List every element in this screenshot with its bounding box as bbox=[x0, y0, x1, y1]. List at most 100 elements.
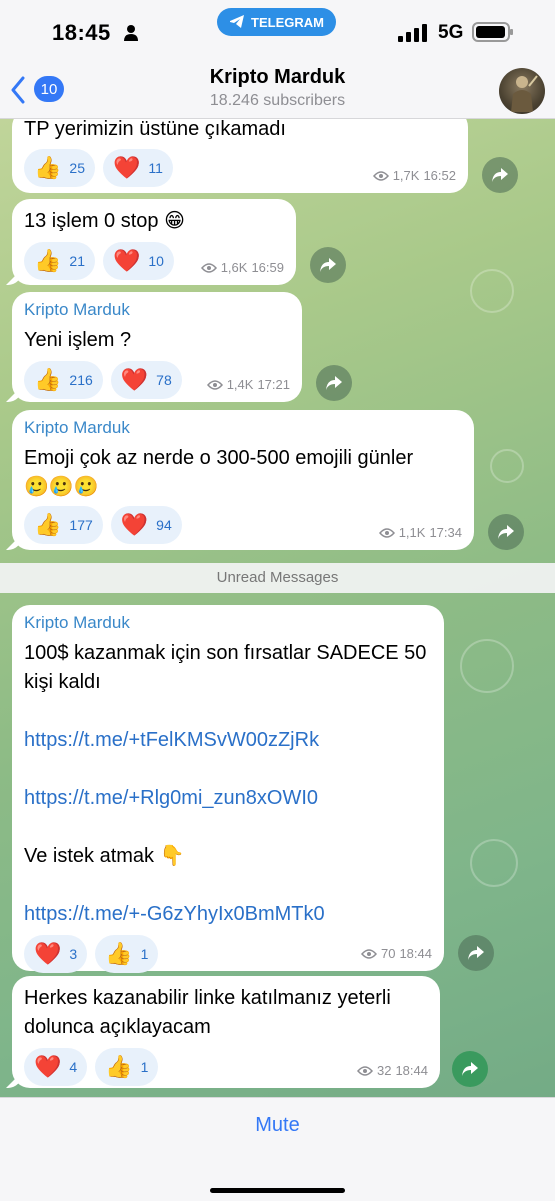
view-count: 1,1K bbox=[398, 525, 426, 540]
reaction-thumbs-up[interactable]: 👍 216 bbox=[24, 361, 103, 399]
heart-icon: ❤️ bbox=[120, 367, 149, 392]
eye-icon bbox=[360, 948, 377, 959]
chat-header: 10 Kripto Marduk 18.246 subscribers bbox=[0, 62, 555, 119]
message-bubble[interactable]: Herkes kazanabilir linke katılmanız yete… bbox=[12, 976, 440, 1088]
eye-icon bbox=[378, 527, 395, 538]
message-list[interactable]: TP yerimizin üstüne çıkamadı 👍 25 ❤️ 11 1,… bbox=[0, 119, 555, 1097]
message-time: 16:59 bbox=[251, 260, 284, 275]
message-text: Ve istek atmak 👇 bbox=[24, 845, 185, 867]
reaction-heart[interactable]: ❤️ 11 bbox=[102, 149, 173, 187]
reaction-count: 11 bbox=[148, 160, 163, 176]
view-count: 70 bbox=[380, 946, 396, 961]
battery-icon bbox=[472, 22, 513, 42]
signal-icon bbox=[398, 24, 427, 42]
background-doodle bbox=[470, 839, 518, 887]
reaction-thumbs-up[interactable]: 👍 25 bbox=[24, 149, 95, 187]
thumbs-up-icon: 👍 bbox=[34, 155, 62, 180]
reaction-thumbs-up[interactable]: 👍 1 bbox=[95, 1048, 159, 1086]
telegram-pill[interactable]: TELEGRAM bbox=[217, 8, 336, 36]
message-bubble[interactable]: Kripto Marduk 100$ kazanmak için son fır… bbox=[12, 605, 444, 973]
reaction-count: 78 bbox=[156, 372, 172, 388]
message-meta: 32 18:44 bbox=[356, 1063, 428, 1078]
reaction-thumbs-up[interactable]: 👍 21 bbox=[24, 242, 95, 280]
message-text: 13 işlem 0 stop 😁 bbox=[24, 210, 185, 232]
background-doodle bbox=[470, 269, 514, 313]
message-bubble[interactable]: 13 işlem 0 stop 😁 👍 21 ❤️ 10 1,6K 16:59 bbox=[12, 199, 296, 285]
reaction-count: 216 bbox=[69, 372, 93, 388]
reaction-thumbs-up[interactable]: 👍 1 bbox=[95, 935, 159, 973]
share-button[interactable] bbox=[458, 935, 494, 971]
view-count: 1,7K bbox=[392, 168, 420, 183]
message-text: TP yerimizin üstüne çıkamadı bbox=[24, 119, 286, 140]
sender-name[interactable]: Kripto Marduk bbox=[24, 418, 462, 438]
thumbs-up-icon: 👍 bbox=[105, 941, 133, 966]
reaction-count: 177 bbox=[69, 517, 93, 533]
invite-link[interactable]: https://t.me/+Rlg0mi_zun8xOWI0 bbox=[24, 784, 432, 813]
share-arrow-icon bbox=[492, 168, 508, 182]
message-emoji-line: 🥲🥲🥲 bbox=[24, 476, 99, 498]
message-text: Herkes kazanabilir linke katılmanız yete… bbox=[24, 987, 391, 1038]
reaction-heart[interactable]: ❤️ 4 bbox=[24, 1048, 88, 1086]
message-bubble[interactable]: Kripto Marduk Yeni işlem ? 👍 216 ❤️ 78 1,4… bbox=[12, 292, 302, 402]
sender-name[interactable]: Kripto Marduk bbox=[24, 613, 432, 633]
heart-icon: ❤️ bbox=[112, 248, 141, 273]
mute-button[interactable]: Mute bbox=[0, 1114, 555, 1137]
thumbs-up-icon: 👍 bbox=[34, 367, 62, 392]
share-arrow-icon bbox=[462, 1062, 478, 1076]
thumbs-up-icon: 👍 bbox=[105, 1054, 133, 1079]
message-text: Emoji çok az nerde o 300-500 emojili gün… bbox=[24, 447, 414, 469]
telegram-pill-label: TELEGRAM bbox=[251, 14, 324, 30]
message-time: 18:44 bbox=[395, 1063, 428, 1078]
message-bubble[interactable]: TP yerimizin üstüne çıkamadı 👍 25 ❤️ 11 1,… bbox=[12, 119, 468, 193]
message-time: 17:34 bbox=[429, 525, 462, 540]
share-button[interactable] bbox=[452, 1051, 488, 1087]
reaction-heart[interactable]: ❤️ 3 bbox=[24, 935, 88, 973]
reaction-count: 10 bbox=[148, 253, 164, 269]
heart-icon: ❤️ bbox=[120, 512, 149, 537]
share-button[interactable] bbox=[488, 514, 524, 550]
reaction-heart[interactable]: ❤️ 78 bbox=[110, 361, 182, 399]
share-arrow-icon bbox=[468, 946, 484, 960]
background-doodle bbox=[490, 449, 524, 483]
eye-icon bbox=[200, 262, 217, 273]
message-time: 17:21 bbox=[257, 377, 290, 392]
heart-icon: ❤️ bbox=[34, 1054, 62, 1079]
clock: 18:45 bbox=[52, 20, 111, 45]
heart-icon: ❤️ bbox=[112, 155, 141, 180]
message-meta: 1,6K 16:59 bbox=[200, 260, 284, 275]
reaction-count: 25 bbox=[69, 160, 85, 176]
share-button[interactable] bbox=[310, 247, 346, 283]
thumbs-up-icon: 👍 bbox=[34, 248, 62, 273]
heart-icon: ❤️ bbox=[34, 941, 62, 966]
message-time: 16:52 bbox=[423, 168, 456, 183]
thumbs-up-icon: 👍 bbox=[34, 512, 62, 537]
eye-icon bbox=[372, 170, 389, 181]
reaction-heart[interactable]: ❤️ 10 bbox=[102, 242, 174, 280]
share-button[interactable] bbox=[316, 365, 352, 401]
avatar-figure-icon bbox=[511, 75, 538, 112]
eye-icon bbox=[206, 379, 223, 390]
channel-avatar[interactable] bbox=[499, 68, 545, 114]
bottom-bar: Mute bbox=[0, 1097, 555, 1201]
reaction-count: 21 bbox=[69, 253, 85, 269]
invite-link[interactable]: https://t.me/+-G6zYhyIx0BmMTk0 bbox=[24, 900, 432, 929]
message-meta: 1,7K 16:52 bbox=[372, 168, 456, 183]
reaction-thumbs-up[interactable]: 👍 177 bbox=[24, 506, 103, 544]
home-indicator[interactable] bbox=[210, 1188, 345, 1193]
message-bubble[interactable]: Kripto Marduk Emoji çok az nerde o 300-5… bbox=[12, 410, 474, 550]
telegram-icon bbox=[230, 15, 245, 28]
invite-link[interactable]: https://t.me/+tFelKMSvW00zZjRk bbox=[24, 726, 432, 755]
view-count: 32 bbox=[376, 1063, 392, 1078]
unread-messages-divider: Unread Messages bbox=[0, 563, 555, 593]
reaction-count: 1 bbox=[140, 946, 149, 962]
message-meta: 1,4K 17:21 bbox=[206, 377, 290, 392]
share-arrow-icon bbox=[498, 525, 514, 539]
sender-name[interactable]: Kripto Marduk bbox=[24, 300, 290, 320]
eye-icon bbox=[356, 1065, 373, 1076]
reaction-heart[interactable]: ❤️ 94 bbox=[110, 506, 182, 544]
channel-title[interactable]: Kripto Marduk bbox=[0, 66, 555, 89]
view-count: 1,6K bbox=[220, 260, 248, 275]
share-button[interactable] bbox=[482, 157, 518, 193]
reaction-count: 1 bbox=[140, 1059, 149, 1075]
message-time: 18:44 bbox=[399, 946, 432, 961]
